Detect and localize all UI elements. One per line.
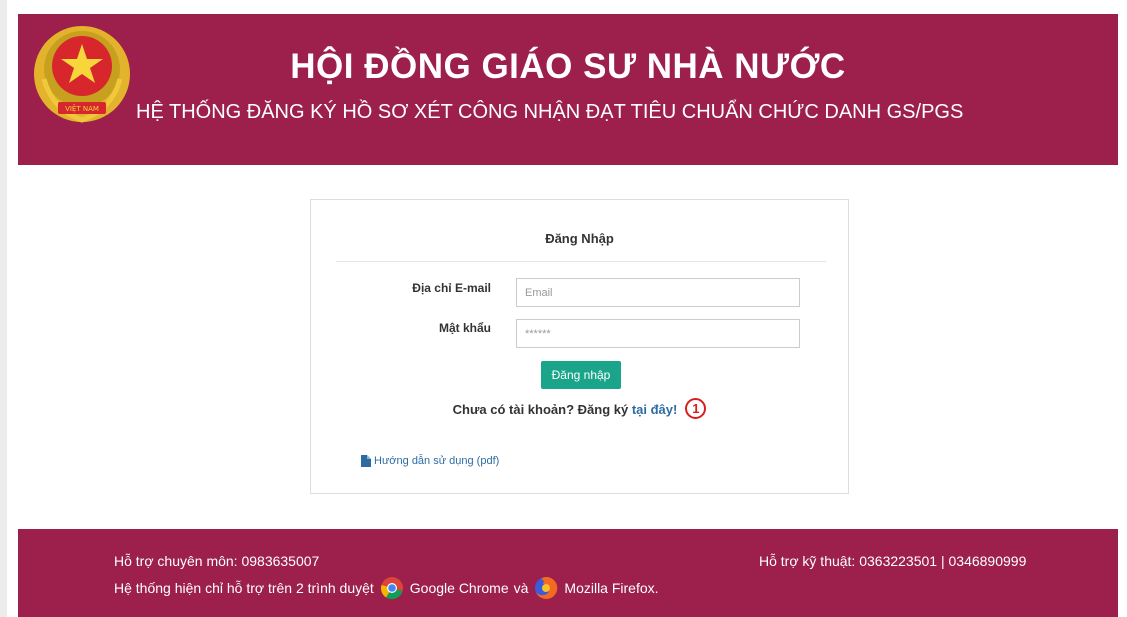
browser-and: và	[513, 580, 529, 596]
password-label: Mật khẩu	[438, 321, 491, 335]
login-card: Đăng Nhập Địa chỉ E-mail Mật khẩu Đăng n…	[310, 199, 849, 494]
email-label: Địa chỉ E-mail	[412, 281, 491, 295]
firefox-icon	[535, 576, 558, 599]
login-title: Đăng Nhập	[545, 231, 614, 246]
page-subtitle: HỆ THỐNG ĐĂNG KÝ HỒ SƠ XÉT CÔNG NHẬN ĐẠT…	[136, 101, 964, 123]
page: VIỆT NAM HỘI ĐỒNG GIÁO SƯ NHÀ NƯỚC HỆ TH…	[0, 0, 1127, 617]
browser-note: Hệ thống hiện chỉ hỗ trợ trên 2 trình du…	[114, 576, 659, 600]
card-divider	[336, 261, 826, 262]
password-field[interactable]	[516, 319, 800, 348]
email-field[interactable]	[516, 278, 800, 307]
file-icon	[361, 455, 371, 467]
register-prompt-text: Chưa có tài khoản? Đăng ký	[452, 401, 632, 417]
site-header: VIỆT NAM HỘI ĐỒNG GIÁO SƯ NHÀ NƯỚC HỆ TH…	[18, 14, 1118, 165]
login-button[interactable]: Đăng nhập	[541, 361, 621, 389]
emblem-text: VIỆT NAM	[65, 104, 99, 113]
site-footer: Hỗ trợ chuyên môn: 0983635007 Hỗ trợ kỹ …	[18, 529, 1118, 617]
browser-note-prefix: Hệ thống hiện chỉ hỗ trợ trên 2 trình du…	[114, 580, 374, 596]
browser-chrome: Google Chrome	[409, 580, 509, 596]
support-technical: Hỗ trợ kỹ thuật: 0363223501 | 0346890999	[759, 553, 1027, 569]
chrome-icon	[380, 577, 403, 600]
support-content: Hỗ trợ chuyên môn: 0983635007	[114, 553, 320, 569]
annotation-marker: 1	[685, 398, 707, 419]
user-guide-link[interactable]: Hướng dẫn sử dụng (pdf)	[361, 455, 499, 467]
register-prompt: Chưa có tài khoản? Đăng ký tại đây! 1	[311, 398, 848, 421]
page-title: HỘI ĐỒNG GIÁO SƯ NHÀ NƯỚC	[290, 47, 846, 86]
user-guide-label: Hướng dẫn sử dụng (pdf)	[374, 455, 500, 467]
left-rail	[0, 0, 7, 617]
browser-firefox: Mozilla Firefox.	[564, 580, 659, 596]
register-link[interactable]: tại đây!	[632, 402, 678, 417]
